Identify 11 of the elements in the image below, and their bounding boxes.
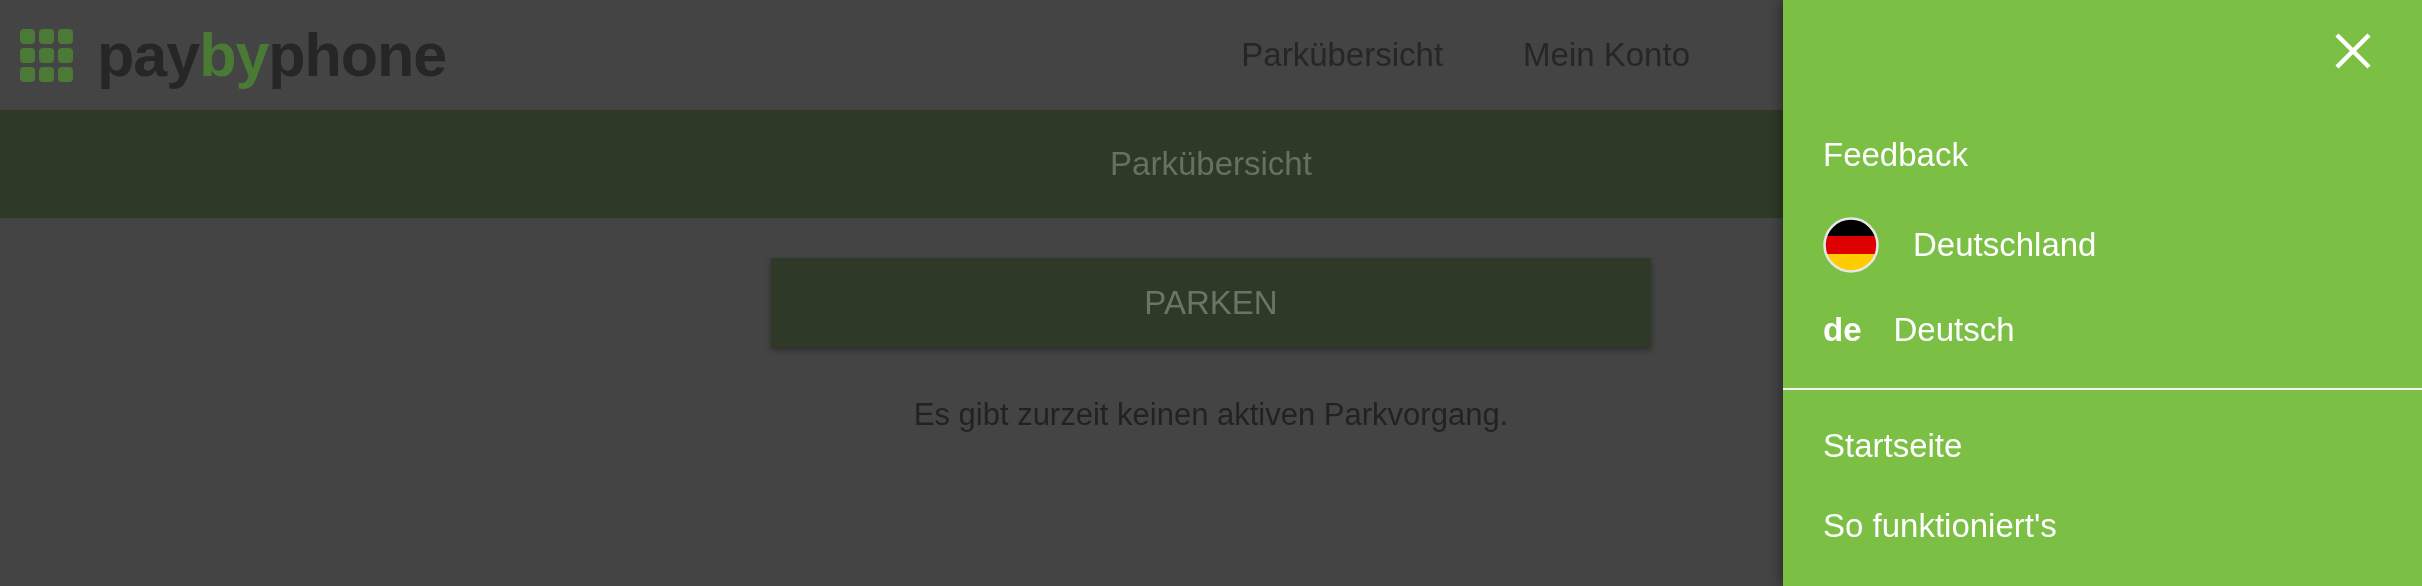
country-selector[interactable]: Deutschland [1913,226,2097,264]
language-code: de [1823,311,1862,349]
park-button[interactable]: PARKEN [771,258,1651,347]
language-selector[interactable]: Deutsch [1893,311,2015,349]
menu-link[interactable]: So funktioniert's [1823,507,2057,545]
close-icon[interactable] [2334,32,2372,70]
menu-link[interactable]: Startseite [1823,427,1963,465]
menu-link[interactable]: Feedback [1823,136,1968,174]
logo-grid-icon [20,28,73,82]
flag-icon [1823,217,1879,273]
page-title: Parkübersicht [1110,145,1312,183]
